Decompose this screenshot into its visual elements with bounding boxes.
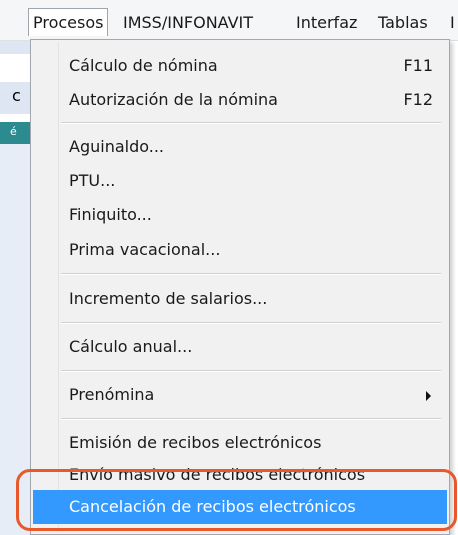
menu-item-label: Prima vacacional... xyxy=(69,240,221,259)
menu-imss-infonavit[interactable]: IMSS/INFONAVIT xyxy=(123,10,253,36)
menu-item-prima-vacacional[interactable]: Prima vacacional... xyxy=(33,233,447,267)
menu-item-label: Cálculo de nómina xyxy=(69,56,218,75)
menu-item-calculo-nomina[interactable]: Cálculo de nómina F11 xyxy=(33,49,447,83)
menu-bar: Procesos IMSS/INFONAVIT Interfaz Tablas … xyxy=(0,0,458,41)
menu-separator xyxy=(61,418,441,420)
menu-item-label: Prenómina xyxy=(69,385,155,404)
menu-item-label: Incremento de salarios... xyxy=(69,289,268,308)
app-background-row xyxy=(0,114,30,122)
menu-item-cancelacion-recibos[interactable]: Cancelación de recibos electrónicos xyxy=(33,490,447,524)
menu-tablas[interactable]: Tablas xyxy=(378,10,428,36)
app-tab-strip: é xyxy=(0,122,30,144)
shortcut-label: F11 xyxy=(403,56,433,75)
menu-separator xyxy=(61,322,441,324)
menu-item-autorizacion-nomina[interactable]: Autorización de la nómina F12 xyxy=(33,83,447,117)
shortcut-label: F12 xyxy=(403,90,433,109)
app-background-lower xyxy=(0,144,30,535)
menu-item-ptu[interactable]: PTU... xyxy=(33,164,447,198)
menu-item-label: Aguinaldo... xyxy=(69,137,164,156)
procesos-dropdown-menu: Cálculo de nómina F11 Autorización de la… xyxy=(30,39,450,535)
menu-item-label: Autorización de la nómina xyxy=(69,90,278,109)
menu-next-item[interactable]: I xyxy=(450,10,458,36)
menu-item-calculo-anual[interactable]: Cálculo anual... xyxy=(33,330,447,364)
menu-item-incremento-salarios[interactable]: Incremento de salarios... xyxy=(33,282,447,316)
menu-item-label: Emisión de recibos electrónicos xyxy=(69,433,322,452)
menu-item-label: Envío masivo de recibos electrónicos xyxy=(69,465,366,484)
menu-separator xyxy=(61,273,441,275)
menu-item-prenomina[interactable]: Prenómina xyxy=(33,378,447,412)
menu-item-label: PTU... xyxy=(69,171,116,190)
menu-item-label: Finiquito... xyxy=(69,205,152,224)
menu-item-envio-masivo-recibos[interactable]: Envío masivo de recibos electrónicos xyxy=(33,458,447,492)
menu-separator xyxy=(61,370,441,372)
menu-item-label: Cancelación de recibos electrónicos xyxy=(69,497,356,516)
app-background-text: c xyxy=(12,86,21,105)
app-tab-strip-text: é xyxy=(10,125,17,138)
menu-item-emision-recibos[interactable]: Emisión de recibos electrónicos xyxy=(33,426,447,460)
menu-procesos[interactable]: Procesos xyxy=(28,8,109,36)
submenu-arrow-icon xyxy=(426,391,431,401)
menu-interfaz[interactable]: Interfaz xyxy=(296,10,357,36)
menu-item-finiquito[interactable]: Finiquito... xyxy=(33,198,447,232)
app-background-row xyxy=(0,54,30,82)
menu-separator xyxy=(61,122,441,124)
menu-item-aguinaldo[interactable]: Aguinaldo... xyxy=(33,130,447,164)
menu-item-label: Cálculo anual... xyxy=(69,337,193,356)
